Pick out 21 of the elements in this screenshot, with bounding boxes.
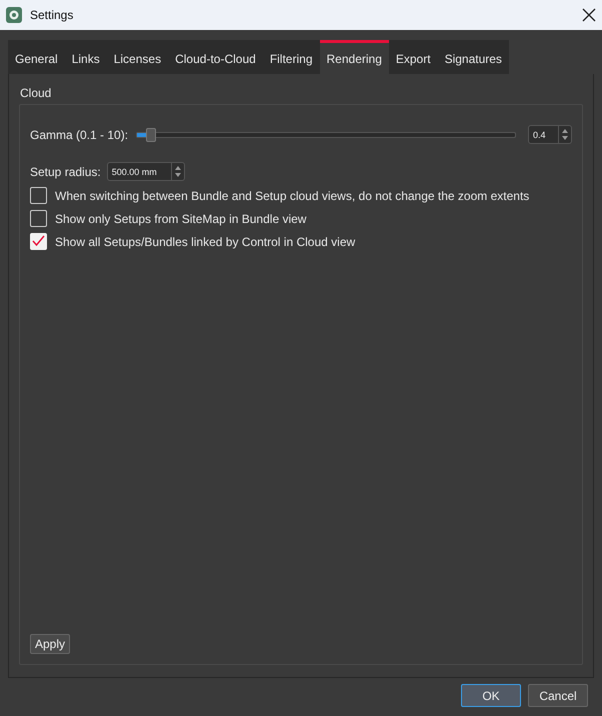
dialog-button[interactable]: Cancel [528,684,588,707]
gamma-label: Gamma (0.1 - 10): [30,128,128,142]
setup-radius-label: Setup radius: [30,164,101,178]
checkbox-label: Show all Setups/Bundles linked by Control in Cloud view [55,234,356,248]
checkbox[interactable] [30,187,47,204]
checkbox-label: Show only Setups from SiteMap in Bundle view [55,212,306,226]
spin-box[interactable]: 0.4 [528,125,572,144]
close-icon[interactable] [582,8,596,22]
slider-thumb[interactable] [146,128,156,142]
gamma-slider[interactable] [136,128,516,142]
apply-button[interactable]: Apply [30,634,70,654]
dialog-button[interactable]: OK [461,684,521,707]
window-title: Settings [30,8,74,22]
app-icon [6,7,22,23]
tab[interactable]: Rendering [320,40,389,74]
group-title: Cloud [20,86,52,100]
spin-arrows-icon[interactable] [558,126,571,143]
spin-arrows-icon[interactable] [170,163,184,180]
checkbox[interactable] [30,210,47,227]
checkbox-label: When switching between Bundle and Setup cloud views, do not change the zoom extents [55,188,530,202]
spin-box[interactable]: 500.00 mm [106,162,185,181]
